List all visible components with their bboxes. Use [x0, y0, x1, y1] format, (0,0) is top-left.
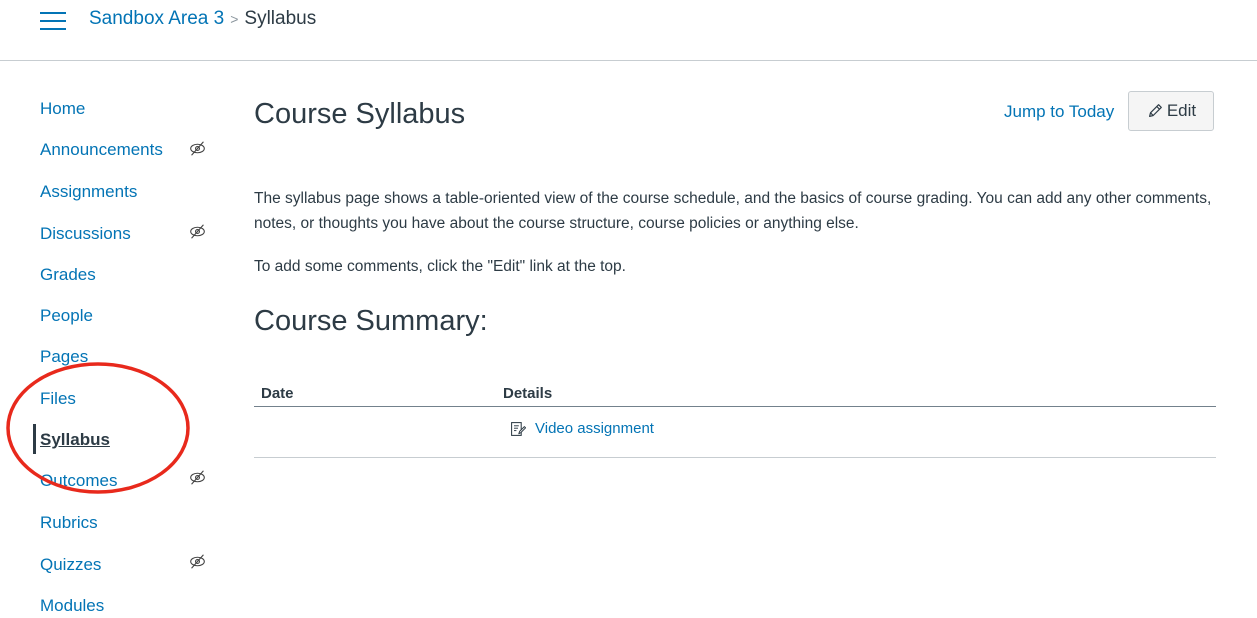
nav-item-people[interactable]: People: [40, 304, 93, 328]
hidden-from-students-icon: [190, 224, 205, 239]
nav-item-grades[interactable]: Grades: [40, 263, 96, 287]
nav-item-rubrics[interactable]: Rubrics: [40, 511, 98, 535]
edit-button-label: Edit: [1166, 101, 1197, 120]
table-header-details: Details: [503, 385, 553, 402]
pencil-icon: [1148, 104, 1162, 117]
nav-item-pages[interactable]: Pages: [40, 345, 88, 369]
edit-button[interactable]: Edit: [1128, 91, 1214, 131]
assignment-icon: [511, 422, 526, 436]
page-title: Course Syllabus: [254, 98, 466, 130]
table-header-date: Date: [261, 385, 294, 402]
table-header-rule: [254, 406, 1216, 407]
nav-item-outcomes[interactable]: Outcomes: [40, 469, 117, 493]
nav-item-modules[interactable]: Modules: [40, 594, 104, 618]
top-bar: Sandbox Area 3 > Syllabus: [0, 0, 1257, 61]
nav-item-syllabus[interactable]: Syllabus: [40, 428, 110, 452]
nav-item-quizzes[interactable]: Quizzes: [40, 553, 101, 577]
course-summary-heading: Course Summary:: [254, 305, 488, 337]
syllabus-description: The syllabus page shows a table-oriented…: [254, 190, 1212, 232]
jump-to-today-link[interactable]: Jump to Today: [1004, 100, 1114, 124]
edit-instruction: To add some comments, click the "Edit" l…: [254, 258, 626, 275]
hidden-from-students-icon: [190, 554, 205, 569]
table-row-rule: [254, 457, 1216, 458]
assignment-link[interactable]: Video assignment: [510, 418, 654, 440]
nav-item-announcements[interactable]: Announcements: [40, 138, 163, 162]
breadcrumb: Sandbox Area 3 > Syllabus: [89, 7, 316, 31]
nav-active-indicator: [33, 424, 36, 454]
nav-item-discussions[interactable]: Discussions: [40, 222, 131, 246]
assignment-title: Video assignment: [535, 420, 654, 437]
breadcrumb-current: Syllabus: [244, 8, 317, 29]
breadcrumb-separator-icon: >: [230, 11, 239, 27]
nav-item-assignments[interactable]: Assignments: [40, 180, 137, 204]
hidden-from-students-icon: [190, 141, 205, 156]
hamburger-menu-icon[interactable]: [40, 12, 66, 30]
nav-item-files[interactable]: Files: [40, 387, 76, 411]
breadcrumb-course-link[interactable]: Sandbox Area 3: [89, 8, 224, 29]
hidden-from-students-icon: [190, 470, 205, 485]
nav-item-home[interactable]: Home: [40, 97, 85, 121]
